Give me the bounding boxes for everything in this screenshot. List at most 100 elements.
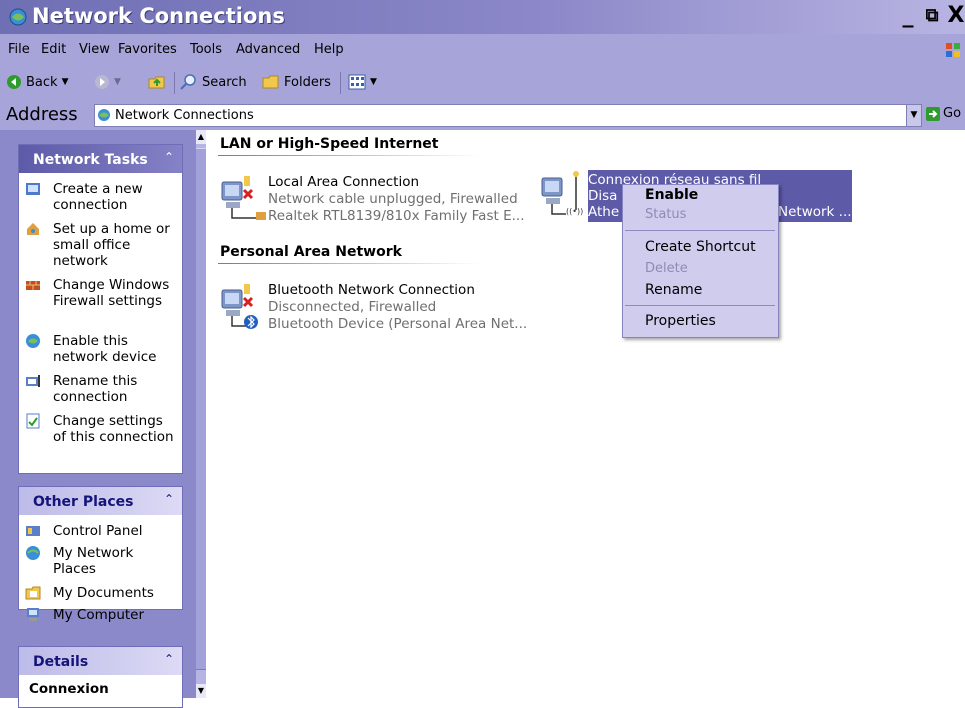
forward-button[interactable]: ▼	[94, 74, 121, 90]
other-places-header[interactable]: Other Places ⌃	[19, 487, 182, 515]
menu-tools[interactable]: Tools	[190, 42, 222, 57]
context-menu: Enable Status Create Shortcut Delete Ren…	[622, 184, 779, 338]
place-my-network-places[interactable]: My Network Places	[19, 543, 182, 583]
network-tasks-title: Network Tasks	[33, 152, 148, 168]
collapse-chevron-icon[interactable]: ⌃	[164, 150, 174, 164]
folders-label: Folders	[284, 74, 331, 90]
task-create-connection[interactable]: Create a new connection	[19, 179, 182, 219]
new-connection-icon	[26, 183, 40, 195]
windows-logo-icon	[946, 43, 960, 57]
network-connections-icon	[9, 8, 27, 26]
details-header[interactable]: Details ⌃	[19, 647, 182, 675]
search-label: Search	[202, 74, 247, 90]
menu-edit[interactable]: Edit	[41, 42, 66, 57]
menu-bar: File Edit View Favorites Tools Advanced …	[0, 34, 965, 66]
connection-device: Realtek RTL8139/810x Family Fast E...	[268, 208, 525, 224]
place-my-documents[interactable]: My Documents	[19, 583, 182, 605]
task-setup-home-network[interactable]: Set up a home or small office network	[19, 219, 182, 275]
menu-item-rename[interactable]: Rename	[645, 282, 702, 298]
menu-view[interactable]: View	[79, 42, 110, 57]
other-places-title: Other Places	[33, 494, 134, 510]
forward-dropdown-icon[interactable]: ▼	[114, 77, 121, 87]
menu-item-properties[interactable]: Properties	[645, 313, 716, 329]
home-network-icon	[27, 223, 39, 235]
search-button[interactable]: Search	[180, 74, 247, 90]
svg-text:((•)): ((•))	[566, 207, 583, 216]
wireless-connection-icon: ((•))	[541, 171, 583, 216]
connection-device: Bluetooth Device (Personal Area Net...	[268, 316, 528, 332]
address-input[interactable]: Network Connections	[94, 104, 918, 127]
scrollbar-thumb[interactable]	[196, 148, 206, 670]
menu-item-status: Status	[645, 207, 687, 222]
connection-local-area[interactable]: Local Area Connection Network cable unpl…	[220, 174, 530, 228]
my-computer-icon	[27, 608, 39, 621]
back-dropdown-icon[interactable]: ▼	[62, 77, 69, 87]
address-dropdown-button[interactable]: ▼	[906, 104, 922, 127]
restore-button[interactable]: ⧉	[920, 4, 944, 28]
group-header-lan: LAN or High-Speed Internet	[220, 136, 439, 152]
task-label: Create a new connection	[53, 181, 143, 213]
task-firewall-settings[interactable]: Change Windows Firewall settings	[19, 275, 182, 331]
up-folder-button[interactable]	[148, 74, 166, 90]
go-label: Go	[943, 106, 962, 121]
menu-advanced[interactable]: Advanced	[236, 42, 300, 57]
place-my-computer[interactable]: My Computer	[19, 605, 182, 627]
close-button[interactable]: X	[944, 4, 965, 28]
place-label: Control Panel	[53, 523, 143, 539]
menu-help[interactable]: Help	[314, 42, 344, 57]
folders-button[interactable]: Folders	[262, 74, 331, 90]
menu-item-create-shortcut[interactable]: Create Shortcut	[645, 239, 756, 255]
menu-item-delete: Delete	[645, 261, 688, 276]
task-pane-scrollbar[interactable]: ▲ ▼	[196, 130, 206, 698]
network-connections-icon	[98, 109, 110, 121]
minimize-button[interactable]: _	[896, 4, 920, 28]
menu-favorites[interactable]: Favorites	[118, 42, 177, 57]
task-enable-device[interactable]: Enable this network device	[19, 331, 182, 371]
group-divider	[218, 263, 480, 264]
task-label: Rename this connection	[53, 373, 138, 405]
network-tasks-panel: Network Tasks ⌃ Create a new connection …	[18, 144, 183, 474]
task-change-settings[interactable]: Change settings of this connection	[19, 411, 182, 467]
address-bar: Address Network Connections ▼ Go	[0, 100, 965, 130]
toolbar-separator	[340, 72, 341, 94]
place-control-panel[interactable]: Control Panel	[19, 521, 182, 543]
scroll-up-arrow-icon[interactable]: ▲	[196, 130, 206, 144]
views-dropdown-icon[interactable]: ▼	[370, 77, 377, 87]
details-panel: Details ⌃ Connexion	[18, 646, 183, 708]
window-title: Network Connections	[32, 4, 285, 28]
search-icon	[180, 74, 196, 90]
up-folder-icon	[148, 76, 165, 89]
details-title: Details	[33, 654, 89, 670]
collapse-chevron-icon[interactable]: ⌃	[164, 652, 174, 666]
place-label: My Documents	[53, 585, 154, 601]
connection-device: Athe	[588, 204, 620, 220]
group-divider	[218, 155, 480, 156]
scroll-down-arrow-icon[interactable]: ▼	[196, 684, 206, 698]
firewall-icon	[26, 281, 40, 290]
connection-name: Local Area Connection	[268, 174, 420, 190]
details-text: Connexion	[29, 681, 109, 697]
views-button[interactable]: ▼	[348, 74, 377, 90]
my-documents-icon	[25, 586, 41, 600]
task-label: Change Windows Firewall settings	[53, 277, 170, 309]
address-label: Address	[6, 104, 78, 125]
menu-file[interactable]: File	[8, 42, 30, 57]
connection-bluetooth[interactable]: Bluetooth Network Connection Disconnecte…	[220, 282, 530, 336]
menu-item-enable[interactable]: Enable	[645, 187, 698, 203]
address-value: Network Connections	[115, 108, 254, 123]
collapse-chevron-icon[interactable]: ⌃	[164, 492, 174, 506]
network-places-icon	[26, 546, 40, 560]
task-label: Change settings of this connection	[53, 413, 174, 445]
connection-status: Network cable unplugged, Firewalled	[268, 191, 518, 207]
menu-separator	[625, 230, 775, 231]
rename-icon	[26, 375, 40, 387]
back-button[interactable]: Back ▼	[6, 74, 68, 90]
task-rename-connection[interactable]: Rename this connection	[19, 371, 182, 411]
views-grid-icon	[348, 74, 366, 90]
lan-disconnected-icon	[221, 176, 266, 220]
task-label: Set up a home or small office network	[53, 221, 170, 269]
go-button[interactable]: Go	[926, 106, 961, 121]
place-label: My Computer	[53, 607, 145, 623]
network-tasks-header[interactable]: Network Tasks ⌃	[19, 145, 182, 173]
bluetooth-connection-icon	[221, 284, 258, 329]
